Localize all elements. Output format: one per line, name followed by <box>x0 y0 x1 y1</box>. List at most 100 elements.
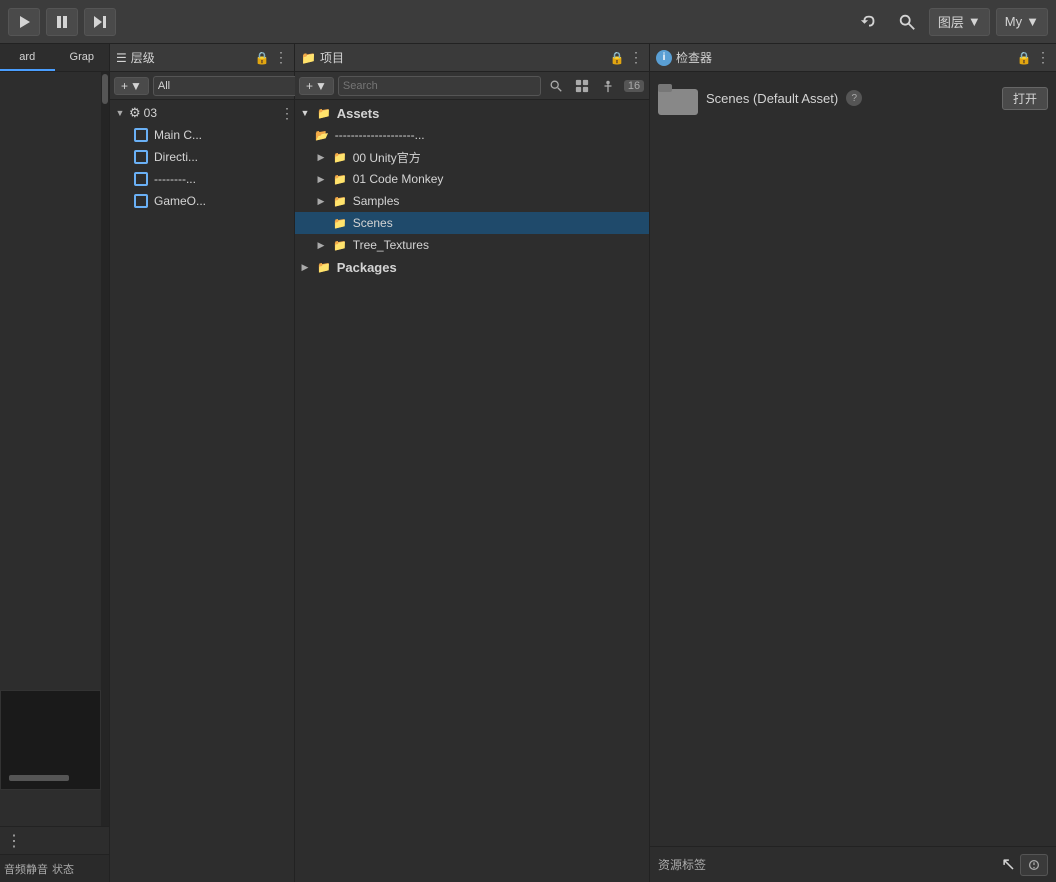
hierarchy-more-icon[interactable]: ⋮ <box>274 49 288 66</box>
audio-mute-label: 音频静音 <box>4 861 48 877</box>
top-toolbar: 图层 ▼ My ▼ <box>0 0 1056 44</box>
project-samples-label: Samples <box>353 194 400 208</box>
left-panel: ard Grap ⋮ 音频静音 状态 <box>0 44 110 882</box>
project-codemonkey-label: 01 Code Monkey <box>353 172 444 186</box>
more-dots-left[interactable]: ⋮ <box>6 831 22 851</box>
folder-icon-codemonkey: 📁 <box>333 173 347 186</box>
folder-icon-unity: 📁 <box>333 151 347 164</box>
hierarchy-item-gameobj[interactable]: GameO... <box>110 190 294 212</box>
hierarchy-item-03-more[interactable]: ⋮ <box>280 105 294 122</box>
project-item-packages[interactable]: ▶ 📁 Packages <box>295 256 649 278</box>
project-unity-label: 00 Unity官方 <box>353 149 421 166</box>
project-add-button[interactable]: + ▼ <box>299 77 334 95</box>
project-add-label: + <box>306 79 313 93</box>
project-title: 项目 <box>320 49 605 66</box>
inspector-header: i 检查器 🔒 ⋮ <box>650 44 1056 72</box>
inspector-title: 检查器 <box>676 49 1012 66</box>
project-item-codemonkey[interactable]: ▶ 📁 01 Code Monkey <box>295 168 649 190</box>
hierarchy-item-03-label: 03 <box>144 106 157 120</box>
left-panel-tabs: ard Grap <box>0 44 109 72</box>
inspector-help-icon[interactable]: ? <box>846 90 862 106</box>
main-area: ard Grap ⋮ 音频静音 状态 ☰ 层级 � <box>0 44 1056 882</box>
hierarchy-item-separator[interactable]: --------... <box>110 168 294 190</box>
play-button[interactable] <box>8 8 40 36</box>
project-item-scenes[interactable]: 📁 Scenes <box>295 212 649 234</box>
hierarchy-item-maincam[interactable]: Main C... <box>110 124 294 146</box>
preview-bar <box>9 775 69 781</box>
audio-status-bar: 音频静音 状态 <box>0 854 109 882</box>
project-item-samples[interactable]: ▶ 📁 Samples <box>295 190 649 212</box>
undo-button[interactable] <box>853 8 885 36</box>
scroll-thumb[interactable] <box>102 74 108 104</box>
asset-folder-icon-lg <box>658 80 698 116</box>
pause-button[interactable] <box>46 8 78 36</box>
hierarchy-search-input[interactable] <box>153 76 305 96</box>
cube-icon-maincam <box>134 128 148 142</box>
tab-graph-label: Grap <box>70 51 94 63</box>
tab-ard[interactable]: ard <box>0 44 55 71</box>
folder-icon-samples: 📁 <box>333 195 347 208</box>
hierarchy-add-arrow: ▼ <box>130 79 142 93</box>
asset-header: Scenes (Default Asset) ? 打开 <box>658 80 1048 116</box>
project-item-treetextures[interactable]: ▶ 📁 Tree_Textures <box>295 234 649 256</box>
hierarchy-panel-header: ☰ 层级 🔒 ⋮ <box>110 44 294 72</box>
hierarchy-panel: ☰ 层级 🔒 ⋮ + ▼ ▼ ⚙ 03 ⋮ <box>110 44 295 882</box>
project-badge: 16 <box>623 75 645 97</box>
project-item-assets[interactable]: ▼ 📁 Assets <box>295 102 649 124</box>
hierarchy-item-directional-label: Directi... <box>154 150 198 164</box>
project-view-toggle[interactable] <box>571 75 593 97</box>
inspector-panel: i 检查器 🔒 ⋮ Scenes (Default Asset) ? <box>650 44 1056 882</box>
hierarchy-content: ▼ ⚙ 03 ⋮ Main C... Directi... --------..… <box>110 100 294 882</box>
step-button[interactable] <box>84 8 116 36</box>
project-scenes-label: Scenes <box>353 216 393 230</box>
layers-label: 图层 <box>938 12 964 31</box>
account-dropdown[interactable]: My ▼ <box>996 8 1048 36</box>
project-codemonkey-arrow: ▶ <box>315 173 327 185</box>
project-search-input[interactable] <box>338 76 541 96</box>
inspector-open-button[interactable]: 打开 <box>1002 87 1048 110</box>
inspector-bottom-btn[interactable] <box>1020 854 1048 876</box>
project-item-sep1[interactable]: 📂 --------------------... <box>295 124 649 146</box>
inspector-lock-icon: 🔒 <box>1016 50 1032 66</box>
project-toolbar: + ▼ <box>295 72 649 100</box>
inspector-more-icon[interactable]: ⋮ <box>1036 49 1050 66</box>
project-panel-header: 📁 项目 🔒 ⋮ <box>295 44 649 72</box>
asset-tags-label: 资源标签 <box>658 856 706 873</box>
project-assets-label: Assets <box>337 106 380 121</box>
hierarchy-lock-icon: 🔒 <box>254 50 270 66</box>
project-samples-arrow: ▶ <box>315 195 327 207</box>
cube-icon-gameobj <box>134 194 148 208</box>
project-search-icon[interactable] <box>545 75 567 97</box>
status-label: 状态 <box>52 861 74 877</box>
search-button[interactable] <box>891 8 923 36</box>
inspector-content: Scenes (Default Asset) ? 打开 <box>650 72 1056 846</box>
project-content: ▼ 📁 Assets 📂 --------------------... ▶ 📁… <box>295 100 649 882</box>
layers-dropdown[interactable]: 图层 ▼ <box>929 8 990 36</box>
preview-area <box>0 690 101 790</box>
folder-icon-treetextures: 📁 <box>333 239 347 252</box>
cursor-icon: ↖ <box>1001 854 1016 875</box>
folder-icon-packages: 📁 <box>317 261 331 274</box>
inspector-bottom-right: ↖ <box>1001 854 1048 876</box>
project-treetextures-arrow: ▶ <box>315 239 327 251</box>
scroll-track <box>101 72 109 826</box>
hierarchy-item-directional[interactable]: Directi... <box>110 146 294 168</box>
project-assets-folder-icon: 📁 <box>317 107 331 120</box>
hierarchy-item-maincam-label: Main C... <box>154 128 202 142</box>
asset-title-label: Scenes (Default Asset) <box>706 91 838 106</box>
cube-icon-directional <box>134 150 148 164</box>
inspector-info-icon: i <box>656 50 672 66</box>
folder-outline-icon-sep1: 📂 <box>315 129 329 142</box>
project-item-unity[interactable]: ▶ 📁 00 Unity官方 <box>295 146 649 168</box>
hierarchy-toolbar: + ▼ <box>110 72 294 100</box>
tab-graph[interactable]: Grap <box>55 44 110 71</box>
help-icon-label: ? <box>851 93 857 104</box>
hierarchy-item-03[interactable]: ▼ ⚙ 03 ⋮ <box>110 102 294 124</box>
hierarchy-add-label: + <box>121 79 128 93</box>
settings-icon: ⚙ <box>129 105 141 121</box>
hierarchy-add-button[interactable]: + ▼ <box>114 77 149 95</box>
project-packages-label: Packages <box>337 260 397 275</box>
project-filter-icon[interactable] <box>597 75 619 97</box>
project-more-icon[interactable]: ⋮ <box>629 49 643 66</box>
left-panel-content <box>0 72 109 826</box>
